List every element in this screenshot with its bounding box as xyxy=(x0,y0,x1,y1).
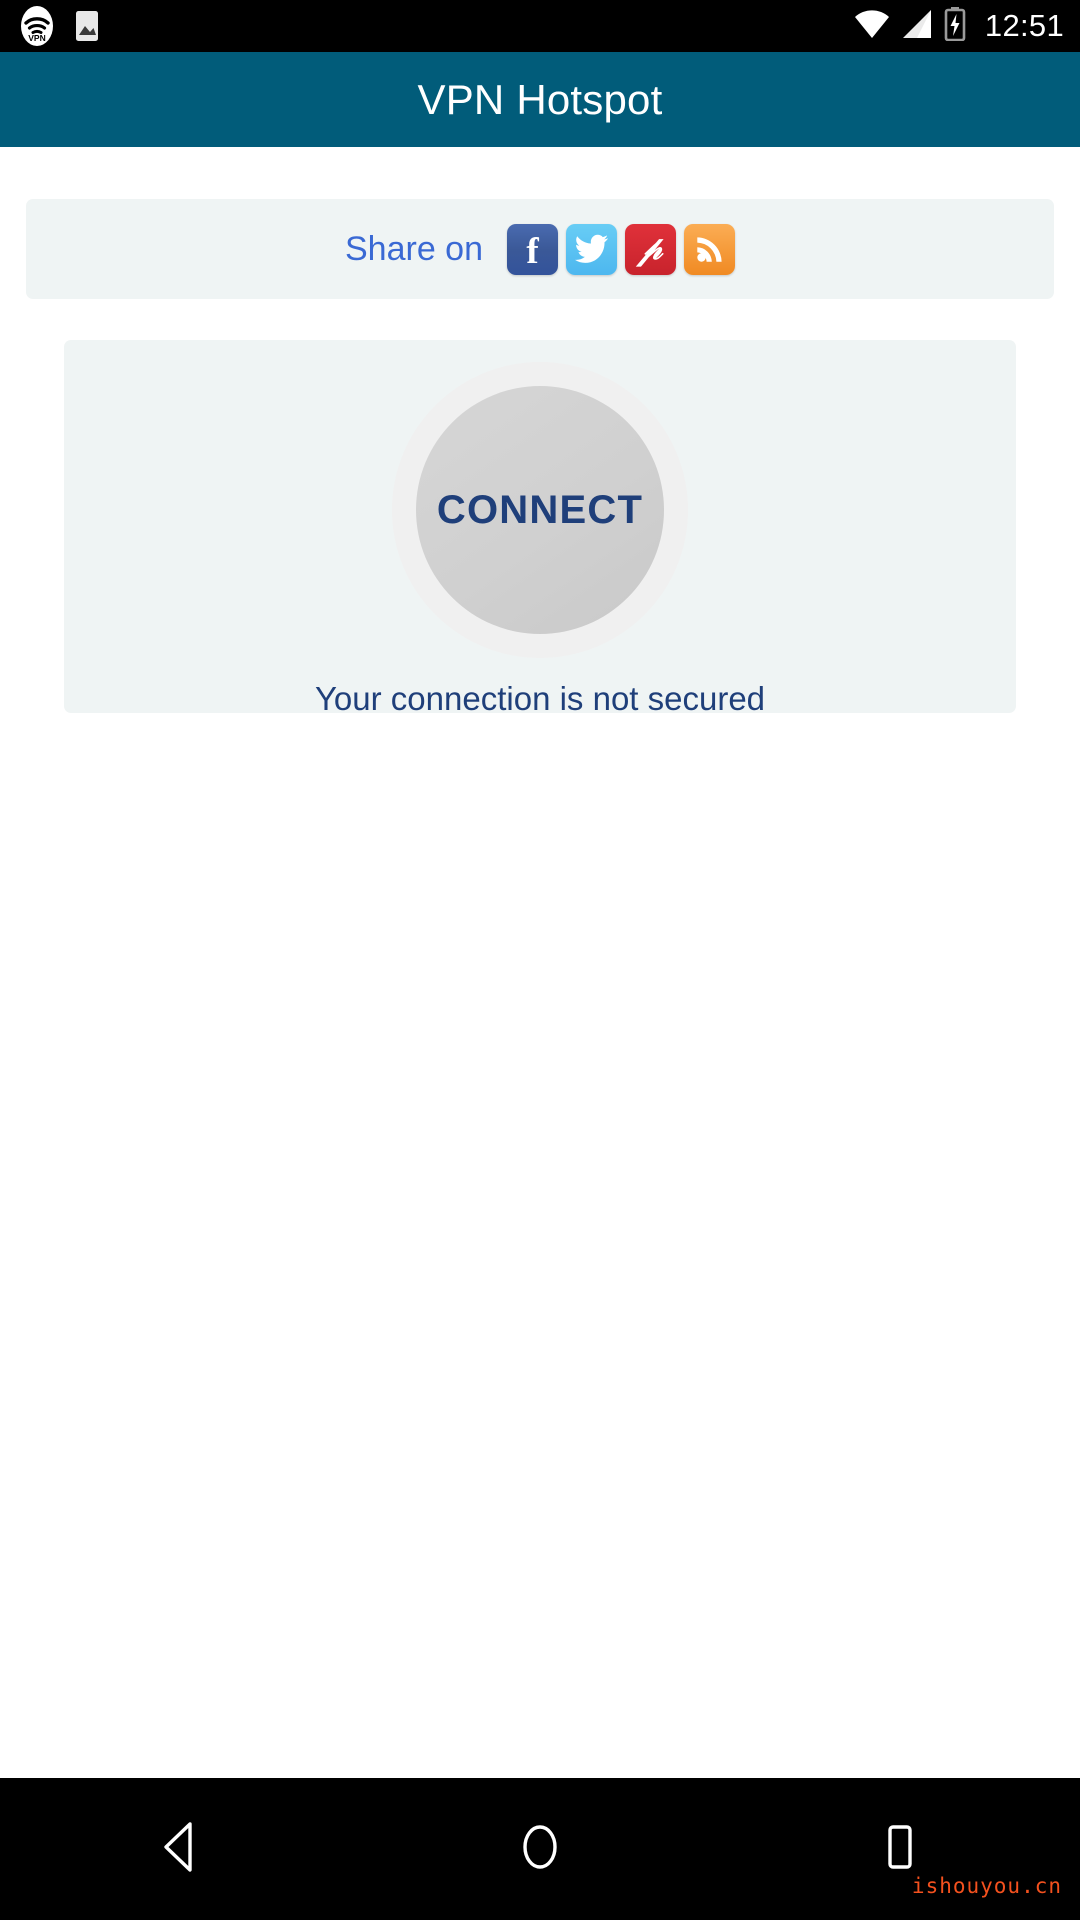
pinterest-icon: 𝓅 xyxy=(638,231,663,267)
svg-text:VPN: VPN xyxy=(28,33,45,43)
page-title: VPN Hotspot xyxy=(417,75,663,123)
wifi-icon xyxy=(854,9,890,44)
home-circle-icon xyxy=(516,1820,564,1879)
connect-button-wrapper: CONNECT xyxy=(392,362,688,658)
main-content: Share on f 𝓅 CONNECT Your connection is … xyxy=(0,147,1080,1778)
vpn-key-icon: VPN xyxy=(16,5,58,47)
share-twitter-button[interactable] xyxy=(566,223,617,275)
share-card: Share on f 𝓅 xyxy=(26,199,1054,299)
phone-screen: VPN 12:51 VPN Hotspot Share on f 𝓅 CONNE… xyxy=(0,0,1080,1920)
status-bar-clock: 12:51 xyxy=(984,8,1064,43)
connect-button[interactable]: CONNECT xyxy=(416,386,664,634)
cellular-signal-icon xyxy=(901,9,933,44)
watermark: ishouyou.cn xyxy=(911,1874,1062,1898)
share-rss-button[interactable] xyxy=(684,223,735,275)
share-label: Share on xyxy=(345,229,483,268)
battery-charging-icon xyxy=(944,6,966,46)
connection-status-text: Your connection is not secured xyxy=(314,680,766,717)
share-pinterest-button[interactable]: 𝓅 xyxy=(625,223,676,275)
share-facebook-button[interactable]: f xyxy=(507,223,558,275)
app-bar: VPN Hotspot xyxy=(0,52,1080,147)
status-bar: VPN 12:51 xyxy=(0,0,1080,52)
recents-square-icon xyxy=(876,1820,924,1879)
nav-home-button[interactable] xyxy=(360,1778,720,1920)
system-navigation-bar: ishouyou.cn xyxy=(0,1778,1080,1920)
image-icon xyxy=(70,9,104,43)
nav-back-button[interactable] xyxy=(0,1778,360,1920)
share-button-group: f 𝓅 xyxy=(507,223,735,275)
status-bar-notifications: VPN xyxy=(16,5,104,47)
status-bar-system-icons: 12:51 xyxy=(854,6,1064,46)
nav-recents-button[interactable] xyxy=(720,1778,1080,1920)
back-triangle-icon xyxy=(156,1820,204,1879)
facebook-icon: f xyxy=(526,230,539,272)
connect-card: CONNECT Your connection is not secured xyxy=(64,340,1016,717)
twitter-icon xyxy=(574,234,609,264)
connect-button-label: CONNECT xyxy=(436,487,644,532)
rss-icon xyxy=(695,234,725,264)
